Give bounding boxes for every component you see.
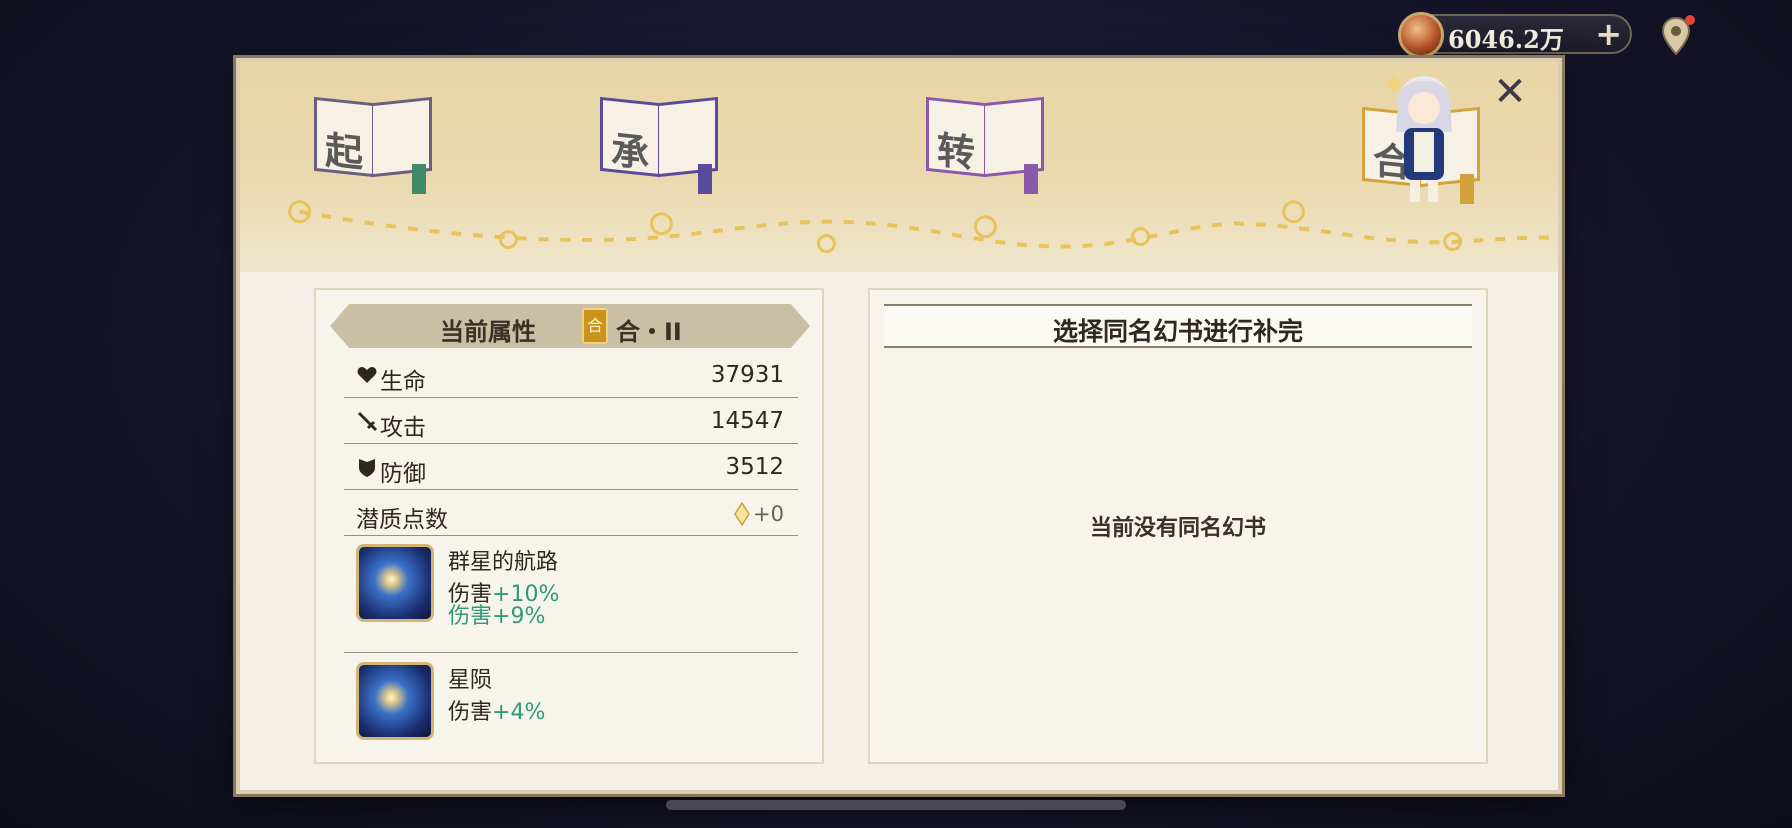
effect-label: 伤害 [448,700,493,725]
skill-item[interactable]: 星陨 伤害+4% [344,662,798,752]
sword-icon [357,411,378,432]
divider [344,652,798,653]
stage-book-3[interactable]: 转 [926,90,1046,194]
effect-value: +9% [492,604,546,629]
book-page-left: 承 [600,96,660,178]
effect-value: +4% [492,700,546,725]
empty-message: 当前没有同名幻书 [1089,516,1266,541]
map-pin-icon[interactable] [1660,14,1696,58]
stage-char: 起 [325,127,364,176]
current-attributes-panel: 当前属性 合 合・II 生命 37931 攻击 14547 防御 3512 潜质… [314,288,824,764]
book-page-left: 起 [314,96,374,178]
skill-item[interactable]: 群星的航路 伤害+10% 伤害+9% [344,544,798,644]
skill-name: 星陨 [448,668,493,693]
potential-label: 潜质点数 [356,507,448,533]
skill-effect: 伤害+4% [448,694,545,726]
coin-icon [1398,12,1444,58]
stage-book-2[interactable]: 承 [600,90,720,194]
home-indicator[interactable] [666,800,1126,810]
character-avatar [1386,76,1452,202]
stat-label: 生命 [380,369,426,395]
skill-name: 群星的航路 [448,550,559,575]
stat-row-potential: 潜质点数 +0 [344,490,798,536]
stage-char: 转 [937,127,976,176]
potential-value: +0 [753,502,784,526]
tier-badge-icon: 合 [582,308,608,344]
star-route-icon [356,544,434,622]
stat-value: 14547 [710,408,784,434]
attributes-header: 当前属性 合 合・II [330,304,810,348]
meteor-icon [356,662,434,740]
book-select-header: 选择同名幻书进行补完 [884,304,1472,348]
stat-value: 3512 [725,454,784,480]
shield-icon [359,459,375,477]
stat-row-defense: 防御 3512 [344,444,798,490]
tier-label: 合・II [616,318,682,346]
attributes-title: 当前属性 [440,318,536,346]
stat-row-attack: 攻击 14547 [344,398,798,444]
stat-row-hp: 生命 37931 [344,352,798,398]
stage-book-1[interactable]: 起 [314,90,434,194]
ribbon-icon [698,164,712,194]
book-select-title: 选择同名幻书进行补完 [1052,317,1303,346]
path-line [288,200,1558,253]
main-frame: 起 承 转 合 ✕ 当前属性 合 合・II 生命 37931 攻击 14547 … [236,58,1562,794]
heart-icon [357,367,377,383]
stat-label: 防御 [380,461,426,487]
stat-value: 37931 [710,362,784,388]
effect-label: 伤害 [448,604,493,629]
currency-bar: 6046.2万 + [1398,12,1632,58]
ribbon-icon [412,164,426,194]
add-currency-button[interactable]: + [1595,18,1622,50]
book-page-left: 转 [926,96,986,178]
currency-value: 6046.2万 [1448,25,1564,54]
diamond-icon [734,502,750,526]
close-button[interactable]: ✕ [1490,72,1530,112]
stage-char: 承 [611,127,650,176]
ribbon-icon [1024,164,1038,194]
book-select-panel: 选择同名幻书进行补完 当前没有同名幻书 [868,288,1488,764]
stat-label: 攻击 [380,415,426,441]
stage-map: 起 承 转 合 ✕ [240,62,1558,272]
skill-effect: 伤害+9% [448,598,545,630]
